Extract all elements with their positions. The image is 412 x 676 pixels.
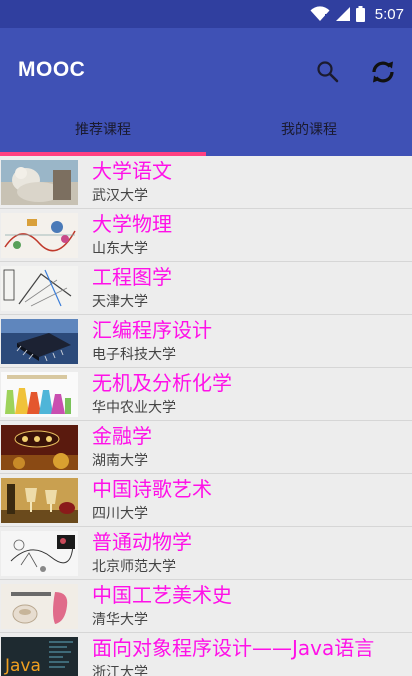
course-thumbnail-statue bbox=[1, 160, 78, 205]
java-logo-text: Java bbox=[4, 656, 41, 676]
refresh-icon[interactable] bbox=[368, 57, 398, 87]
course-thumbnail-chip bbox=[1, 319, 78, 364]
course-thumbnail-zoology bbox=[1, 531, 78, 576]
course-title: 普通动物学 bbox=[92, 530, 192, 554]
course-list[interactable]: 大学语文 武汉大学 大学物理 山东大学 工程图学 天津大学 汇编程序设计 电子科… bbox=[0, 156, 412, 676]
course-title: 大学物理 bbox=[92, 212, 172, 236]
tab-my-courses[interactable]: 我的课程 bbox=[206, 112, 412, 156]
course-item[interactable]: 中国诗歌艺术 四川大学 bbox=[0, 474, 412, 527]
course-title: 中国工艺美术史 bbox=[92, 583, 232, 607]
course-title: 大学语文 bbox=[92, 159, 172, 183]
course-thumbnail-engineering-drawing bbox=[1, 266, 78, 311]
course-thumbnail-java: Java bbox=[1, 637, 78, 676]
app-title: MOOC bbox=[18, 58, 86, 81]
course-item[interactable]: Java 面向对象程序设计——Java语言 浙江大学 bbox=[0, 633, 412, 676]
wifi-icon bbox=[310, 6, 330, 22]
course-thumbnail-poetry bbox=[1, 478, 78, 523]
course-thumbnail-chemistry bbox=[1, 372, 78, 417]
course-school: 华中农业大学 bbox=[92, 400, 176, 416]
course-thumbnail-physics bbox=[1, 213, 78, 258]
course-item[interactable]: 金融学 湖南大学 bbox=[0, 421, 412, 474]
status-time: 5:07 bbox=[374, 5, 404, 23]
course-item[interactable]: 大学物理 山东大学 bbox=[0, 209, 412, 262]
course-school: 清华大学 bbox=[92, 612, 148, 628]
course-item[interactable]: 中国工艺美术史 清华大学 bbox=[0, 580, 412, 633]
course-title: 无机及分析化学 bbox=[92, 371, 232, 395]
course-title: 工程图学 bbox=[92, 265, 172, 289]
tab-bar: 推荐课程 我的课程 bbox=[0, 112, 412, 156]
course-school: 湖南大学 bbox=[92, 453, 148, 469]
status-icons: 5:07 bbox=[310, 4, 404, 24]
course-school: 电子科技大学 bbox=[92, 347, 176, 363]
tab-recommended-courses[interactable]: 推荐课程 bbox=[0, 112, 206, 156]
course-title: 汇编程序设计 bbox=[92, 318, 212, 342]
battery-icon bbox=[355, 6, 365, 22]
course-school: 山东大学 bbox=[92, 241, 148, 257]
course-school: 浙江大学 bbox=[92, 665, 148, 676]
course-school: 天津大学 bbox=[92, 294, 148, 310]
course-title: 金融学 bbox=[92, 424, 152, 448]
course-thumbnail-crafts bbox=[1, 584, 78, 629]
course-school: 武汉大学 bbox=[92, 188, 148, 204]
course-school: 四川大学 bbox=[92, 506, 148, 522]
course-item[interactable]: 大学语文 武汉大学 bbox=[0, 156, 412, 209]
status-bar: 5:07 bbox=[0, 0, 412, 28]
course-title: 面向对象程序设计——Java语言 bbox=[92, 636, 375, 660]
course-item[interactable]: 工程图学 天津大学 bbox=[0, 262, 412, 315]
app-bar: MOOC 推荐课程 我的课程 bbox=[0, 28, 412, 156]
course-item[interactable]: 无机及分析化学 华中农业大学 bbox=[0, 368, 412, 421]
course-item[interactable]: 汇编程序设计 电子科技大学 bbox=[0, 315, 412, 368]
course-item[interactable]: 普通动物学 北京师范大学 bbox=[0, 527, 412, 580]
signal-icon bbox=[335, 7, 350, 21]
course-school: 北京师范大学 bbox=[92, 559, 176, 575]
search-icon[interactable] bbox=[314, 58, 342, 86]
course-title: 中国诗歌艺术 bbox=[92, 477, 212, 501]
course-thumbnail-finance bbox=[1, 425, 78, 470]
